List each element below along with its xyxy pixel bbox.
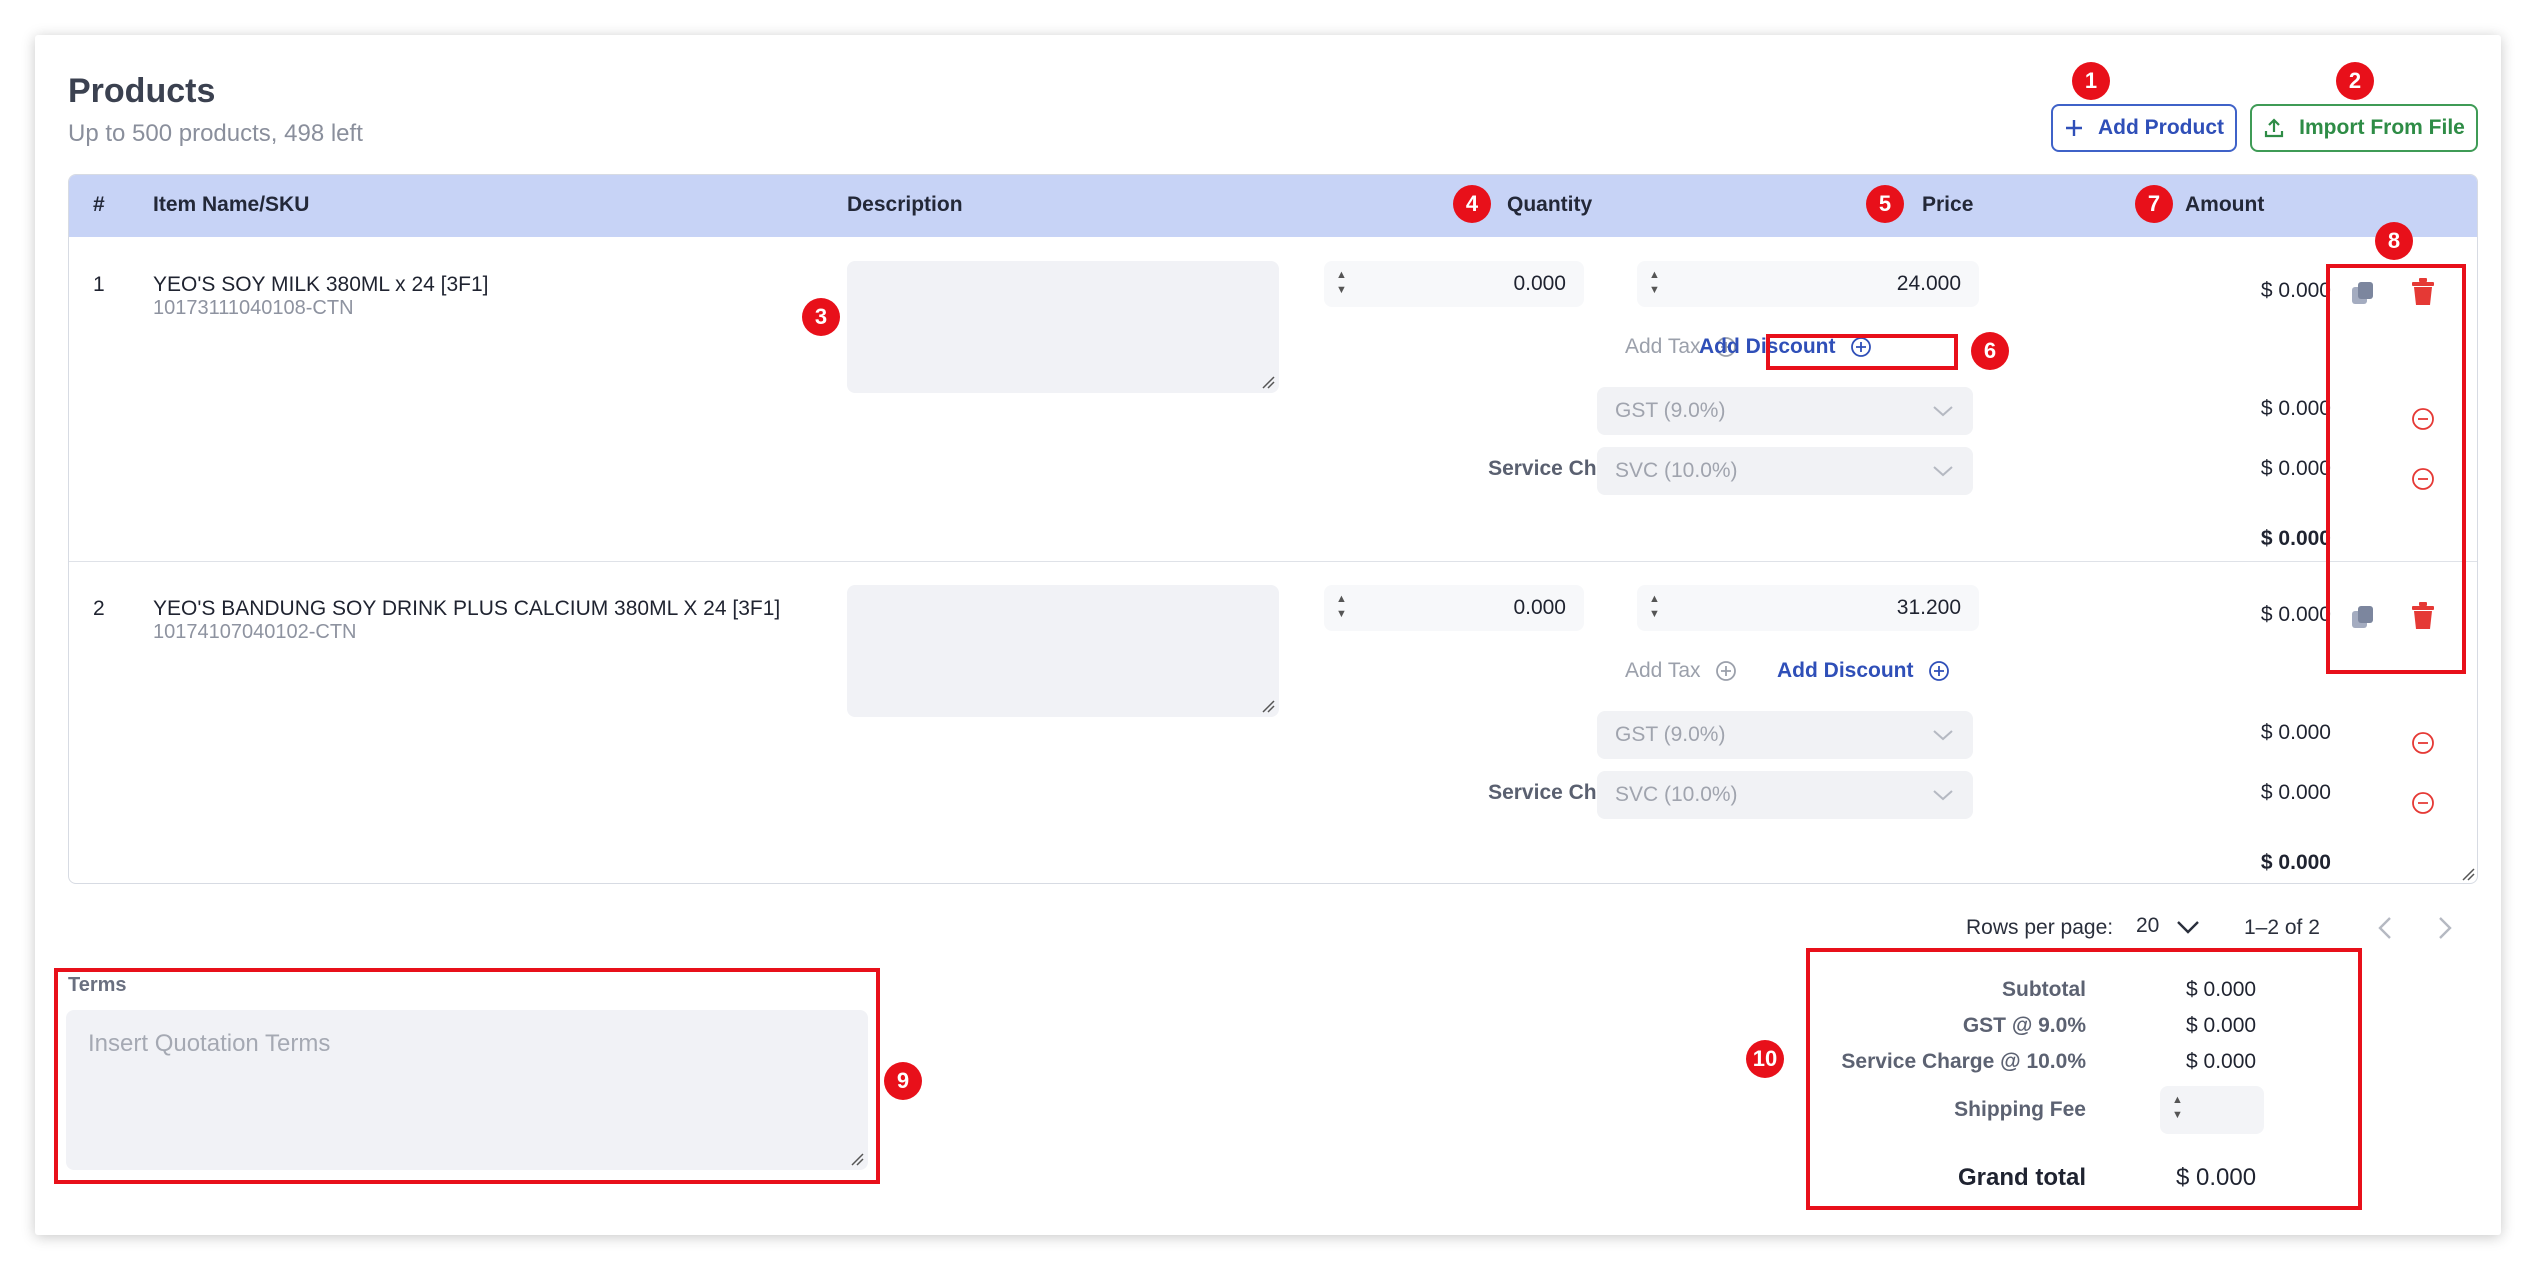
import-from-file-label: Import From File bbox=[2299, 116, 2465, 139]
annotation-badge-9: 9 bbox=[884, 1062, 922, 1100]
remove-tax-icon[interactable] bbox=[2411, 731, 2435, 755]
annotation-badge-8: 8 bbox=[2375, 222, 2413, 260]
row-2-tax-value: GST (9.0%) bbox=[1615, 723, 1726, 746]
row-2-tax-amount: $ 0.000 bbox=[2260, 721, 2331, 744]
col-price: Price bbox=[1922, 193, 1974, 216]
row-2-add-discount-label: Add Discount bbox=[1777, 659, 1914, 682]
plus-circle-icon bbox=[1928, 661, 1949, 681]
plus-icon bbox=[2066, 120, 2082, 136]
row-2-tax-select[interactable]: GST (9.0%) bbox=[1597, 711, 1973, 759]
stepper-arrows-icon[interactable]: ▲ ▼ bbox=[1336, 592, 1347, 622]
col-description: Description bbox=[847, 193, 963, 216]
row-1-item-name: YEO'S SOY MILK 380ML x 24 [3F1] bbox=[153, 273, 489, 296]
col-number: # bbox=[93, 193, 105, 216]
row-1-service-charge-value: SVC (10.0%) bbox=[1615, 459, 1738, 482]
row-2-item-name: YEO'S BANDUNG SOY DRINK PLUS CALCIUM 380… bbox=[153, 597, 781, 620]
annotation-badge-5: 5 bbox=[1866, 185, 1904, 223]
annotation-box-row-actions bbox=[2326, 264, 2466, 674]
add-product-label: Add Product bbox=[2098, 116, 2224, 139]
row-1-description-input[interactable] bbox=[847, 261, 1279, 393]
row-2-amount: $ 0.000 bbox=[2260, 603, 2331, 626]
row-2-service-charge-select[interactable]: SVC (10.0%) bbox=[1597, 771, 1973, 819]
page-title: Products bbox=[68, 72, 216, 110]
row-1-price-value: 24.000 bbox=[1896, 272, 1961, 295]
chevron-down-icon bbox=[1933, 790, 1953, 801]
row-1-price-input[interactable]: ▲ ▼ 24.000 bbox=[1637, 261, 1979, 307]
pagination-range: 1–2 of 2 bbox=[2244, 916, 2320, 939]
row-1-index: 1 bbox=[93, 273, 105, 296]
rows-per-page-label: Rows per page: bbox=[1966, 916, 2114, 939]
row-2-service-charge-value: SVC (10.0%) bbox=[1615, 783, 1738, 806]
row-1-quantity-input[interactable]: ▲ ▼ 0.000 bbox=[1324, 261, 1584, 307]
upload-icon bbox=[2265, 118, 2284, 138]
row-1-service-charge-amount: $ 0.000 bbox=[2260, 457, 2331, 480]
remove-service-charge-icon[interactable] bbox=[2411, 791, 2435, 815]
col-item-name: Item Name/SKU bbox=[153, 193, 310, 216]
row-1-amount: $ 0.000 bbox=[2260, 279, 2331, 302]
table-header: # Item Name/SKU Description Quantity Pri… bbox=[69, 175, 2477, 237]
annotation-badge-3: 3 bbox=[802, 298, 840, 336]
import-from-file-button[interactable]: Import From File bbox=[2250, 104, 2478, 152]
row-2-quantity-value: 0.000 bbox=[1513, 596, 1566, 619]
row-divider bbox=[69, 561, 2477, 562]
chevron-down-icon bbox=[1933, 730, 1953, 741]
chevron-right-icon[interactable] bbox=[2432, 914, 2456, 942]
chevron-left-icon[interactable] bbox=[2374, 914, 2398, 942]
chevron-down-icon bbox=[1933, 406, 1953, 417]
row-1-sku: 10173111040108-CTN bbox=[153, 297, 354, 319]
resize-grip-icon[interactable] bbox=[1261, 375, 1275, 389]
annotation-badge-7: 7 bbox=[2135, 185, 2173, 223]
stepper-arrows-icon[interactable]: ▲ ▼ bbox=[1336, 268, 1347, 298]
row-2-price-value: 31.200 bbox=[1896, 596, 1961, 619]
row-2-add-tax-button[interactable]: Add Tax bbox=[1625, 659, 1737, 683]
rows-per-page-value: 20 bbox=[2136, 914, 2160, 937]
stepper-arrows-icon[interactable]: ▲ ▼ bbox=[1649, 592, 1660, 622]
col-quantity: Quantity bbox=[1507, 193, 1593, 216]
chevron-down-icon bbox=[1933, 466, 1953, 477]
row-2-add-discount-button[interactable]: Add Discount bbox=[1777, 659, 1950, 683]
stepper-arrows-icon[interactable]: ▲ ▼ bbox=[1649, 268, 1660, 298]
resize-grip-icon[interactable] bbox=[2461, 867, 2475, 881]
row-2-add-tax-label: Add Tax bbox=[1625, 659, 1701, 682]
resize-grip-icon[interactable] bbox=[1261, 699, 1275, 713]
annotation-badge-1: 1 bbox=[2072, 62, 2110, 100]
row-2-sku: 10174107040102-CTN bbox=[153, 621, 357, 643]
row-2-index: 2 bbox=[93, 597, 105, 620]
chevron-down-icon bbox=[2177, 921, 2200, 934]
row-2-total: $ 0.000 bbox=[2260, 851, 2331, 874]
row-1-add-tax-label: Add Tax bbox=[1625, 335, 1701, 358]
annotation-badge-6: 6 bbox=[1971, 332, 2009, 370]
col-amount: Amount bbox=[2185, 193, 2265, 216]
annotation-badge-4: 4 bbox=[1453, 185, 1491, 223]
annotation-box-summary bbox=[1806, 948, 2362, 1210]
row-2-price-input[interactable]: ▲ ▼ 31.200 bbox=[1637, 585, 1979, 631]
annotation-box-add-discount bbox=[1766, 334, 1958, 370]
row-1-service-charge-select[interactable]: SVC (10.0%) bbox=[1597, 447, 1973, 495]
add-product-button[interactable]: Add Product bbox=[2051, 104, 2237, 152]
annotation-box-terms bbox=[54, 968, 880, 1184]
page-subtitle: Up to 500 products, 498 left bbox=[68, 120, 363, 147]
annotation-badge-10: 10 bbox=[1746, 1040, 1784, 1078]
row-1-total: $ 0.000 bbox=[2260, 527, 2331, 550]
row-2-service-charge-amount: $ 0.000 bbox=[2260, 781, 2331, 804]
annotation-badge-2: 2 bbox=[2336, 62, 2374, 100]
row-1-tax-select[interactable]: GST (9.0%) bbox=[1597, 387, 1973, 435]
row-1-tax-amount: $ 0.000 bbox=[2260, 397, 2331, 420]
row-1-tax-value: GST (9.0%) bbox=[1615, 399, 1726, 422]
row-2-description-input[interactable] bbox=[847, 585, 1279, 717]
row-2-quantity-input[interactable]: ▲ ▼ 0.000 bbox=[1324, 585, 1584, 631]
rows-per-page-select[interactable]: 20 bbox=[2124, 900, 2220, 952]
row-1-quantity-value: 0.000 bbox=[1513, 272, 1566, 295]
plus-circle-icon bbox=[1715, 661, 1736, 681]
products-table: # Item Name/SKU Description Quantity Pri… bbox=[68, 174, 2478, 884]
